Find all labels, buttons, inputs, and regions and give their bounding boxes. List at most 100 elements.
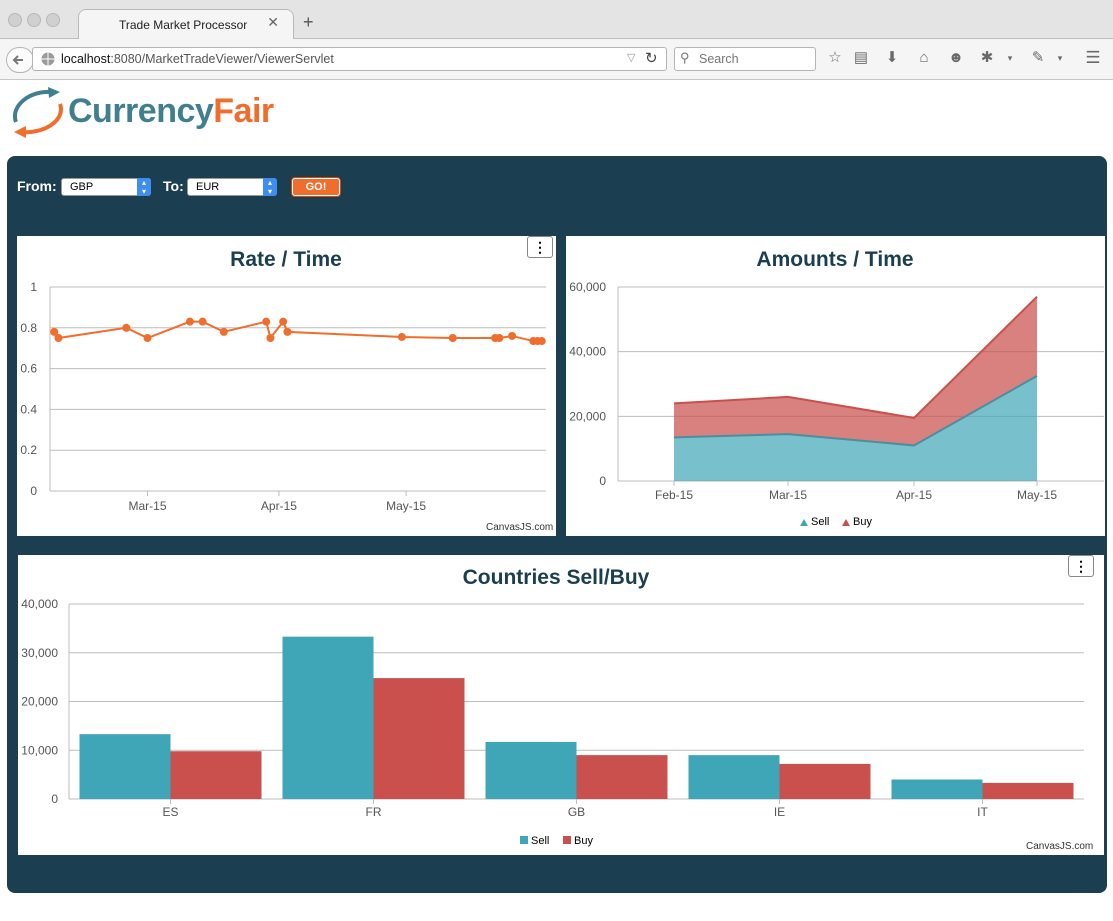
- y-tick-label: 0: [30, 484, 37, 498]
- y-tick-label: 0: [599, 474, 606, 488]
- tab-title: Trade Market Processor: [119, 18, 248, 32]
- chart-menu-button[interactable]: ⋮: [527, 236, 553, 258]
- legend-buy-marker: [563, 836, 571, 844]
- extension-dropdown-icon[interactable]: ▾: [1000, 48, 1020, 68]
- home-icon[interactable]: ⌂: [914, 48, 934, 68]
- developer-dropdown-icon[interactable]: ▾: [1050, 48, 1070, 68]
- smiley-icon[interactable]: ☻: [946, 48, 966, 68]
- rate-point: [279, 317, 288, 326]
- rate-point: [219, 327, 228, 336]
- rate-point: [262, 317, 271, 326]
- legend-buy-label: Buy: [853, 516, 872, 528]
- go-button[interactable]: GO!: [291, 177, 341, 197]
- url-bar[interactable]: localhost:8080/MarketTradeViewer/ViewerS…: [32, 47, 667, 71]
- dropdown-arrow-icon[interactable]: ▽: [627, 51, 635, 64]
- y-tick-label: 60,000: [569, 280, 606, 294]
- logo[interactable]: CurrencyFair: [8, 86, 274, 145]
- back-arrow-icon: [12, 55, 23, 65]
- x-tick-label: Feb-15: [655, 488, 693, 502]
- y-tick-label: 40,000: [569, 345, 606, 359]
- rate-time-chart: Rate / Time 0 0.2 0.4 0.6 0.8 1 Mar-15 Apr-15 May…: [20, 248, 546, 513]
- amounts-time-chart-panel: Amounts / Time 0 20,000 40,000 60,000 Feb-15 M…: [566, 236, 1105, 536]
- search-icon: ⚲: [680, 50, 690, 65]
- sell-bar-it: [891, 779, 983, 799]
- legend-sell-marker: [520, 836, 528, 844]
- chart-title: Amounts / Time: [756, 248, 913, 271]
- legend-buy-label: Buy: [574, 835, 593, 847]
- url-host: localhost: [61, 52, 111, 66]
- from-label: From:: [17, 178, 57, 194]
- y-tick-label: 0.6: [20, 362, 37, 376]
- y-tick-label: 0.2: [20, 443, 37, 457]
- rate-time-chart-panel: Rate / Time 0 0.2 0.4 0.6 0.8 1 Mar-15 Apr-15 May…: [17, 236, 556, 536]
- rate-point: [54, 334, 63, 342]
- x-tick-label: Apr-15: [261, 499, 297, 513]
- search-input[interactable]: [697, 51, 811, 67]
- rate-point: [448, 334, 457, 342]
- x-tick-label: FR: [366, 805, 382, 819]
- x-tick-label: ES: [162, 805, 178, 819]
- reading-list-icon[interactable]: ▤: [851, 48, 871, 68]
- logo-text: CurrencyFair: [68, 92, 274, 131]
- zoom-window-button[interactable]: [46, 13, 60, 27]
- logo-swoosh-icon: [12, 87, 63, 138]
- dashboard-panel: From: GBP ▴ ▾ To: EUR ▴ ▾ GO! Rate / Time 0…: [7, 156, 1107, 893]
- amounts-time-chart: Amounts / Time 0 20,000 40,000 60,000 Feb-15 M…: [569, 248, 1104, 528]
- chart-title: Rate / Time: [230, 248, 342, 271]
- chart-menu-button[interactable]: ⋮: [1068, 555, 1094, 577]
- from-currency-value: GBP: [70, 181, 94, 193]
- download-icon[interactable]: ⬇: [882, 48, 902, 68]
- x-tick-label: IT: [977, 805, 988, 819]
- bookmark-star-icon[interactable]: ☆: [825, 48, 845, 68]
- from-currency-select[interactable]: GBP ▴ ▾: [61, 178, 151, 196]
- developer-tools-icon[interactable]: ✎: [1028, 48, 1048, 68]
- rate-point: [266, 334, 275, 342]
- browser-tab-bar: Trade Market Processor ✕ +: [0, 0, 1113, 40]
- y-tick-label: 10,000: [21, 743, 58, 757]
- y-tick-label: 0: [51, 792, 58, 806]
- x-tick-label: May-15: [386, 499, 426, 513]
- reload-icon[interactable]: ↻: [645, 49, 658, 67]
- chart-title: Countries Sell/Buy: [463, 566, 650, 589]
- back-button[interactable]: [6, 47, 34, 73]
- to-currency-value: EUR: [196, 181, 220, 193]
- close-tab-icon[interactable]: ✕: [267, 14, 279, 31]
- chart-credit[interactable]: CanvasJS.com: [1026, 841, 1093, 852]
- to-currency-select[interactable]: EUR ▴ ▾: [187, 178, 277, 196]
- sell-bar-gb: [485, 741, 577, 799]
- logo-text-fair: Fair: [213, 92, 274, 130]
- select-arrows-icon: ▴ ▾: [137, 178, 151, 196]
- y-tick-label: 0.4: [20, 402, 37, 416]
- rate-point: [143, 334, 152, 342]
- x-tick-label: May-15: [1017, 488, 1057, 502]
- search-box[interactable]: ⚲: [674, 47, 816, 71]
- url-text: localhost:8080/MarketTradeViewer/ViewerS…: [61, 52, 334, 66]
- x-tick-label: Mar-15: [769, 488, 807, 502]
- buy-bar-ie: [779, 763, 871, 799]
- chart-credit[interactable]: CanvasJS.com: [486, 522, 553, 533]
- y-tick-label: 1: [30, 280, 37, 294]
- rate-point: [185, 317, 194, 326]
- sell-bar-es: [79, 734, 171, 799]
- new-tab-icon[interactable]: +: [303, 12, 314, 33]
- sell-bar-ie: [688, 755, 780, 799]
- countries-sell-buy-chart: Countries Sell/Buy 0 10,000 20,000 30,000 40,…: [21, 566, 1084, 847]
- rate-point: [283, 327, 292, 336]
- y-tick-label: 20,000: [21, 695, 58, 709]
- sell-bar-fr: [282, 636, 374, 799]
- rate-point: [122, 323, 131, 332]
- x-tick-label: IE: [774, 805, 785, 819]
- y-tick-label: 0.8: [20, 321, 37, 335]
- rate-point: [397, 332, 406, 341]
- y-tick-label: 30,000: [21, 646, 58, 660]
- buy-bar-es: [170, 751, 262, 799]
- extension-icon[interactable]: ✱: [977, 48, 997, 68]
- close-window-button[interactable]: [8, 13, 22, 27]
- minimize-window-button[interactable]: [27, 13, 41, 27]
- hamburger-menu-icon[interactable]: ☰: [1083, 48, 1103, 68]
- x-tick-label: GB: [568, 805, 585, 819]
- browser-tab[interactable]: Trade Market Processor ✕: [78, 9, 294, 40]
- globe-icon: [41, 52, 55, 66]
- rate-point: [537, 337, 546, 346]
- url-path: :8080/MarketTradeViewer/ViewerServlet: [110, 52, 334, 66]
